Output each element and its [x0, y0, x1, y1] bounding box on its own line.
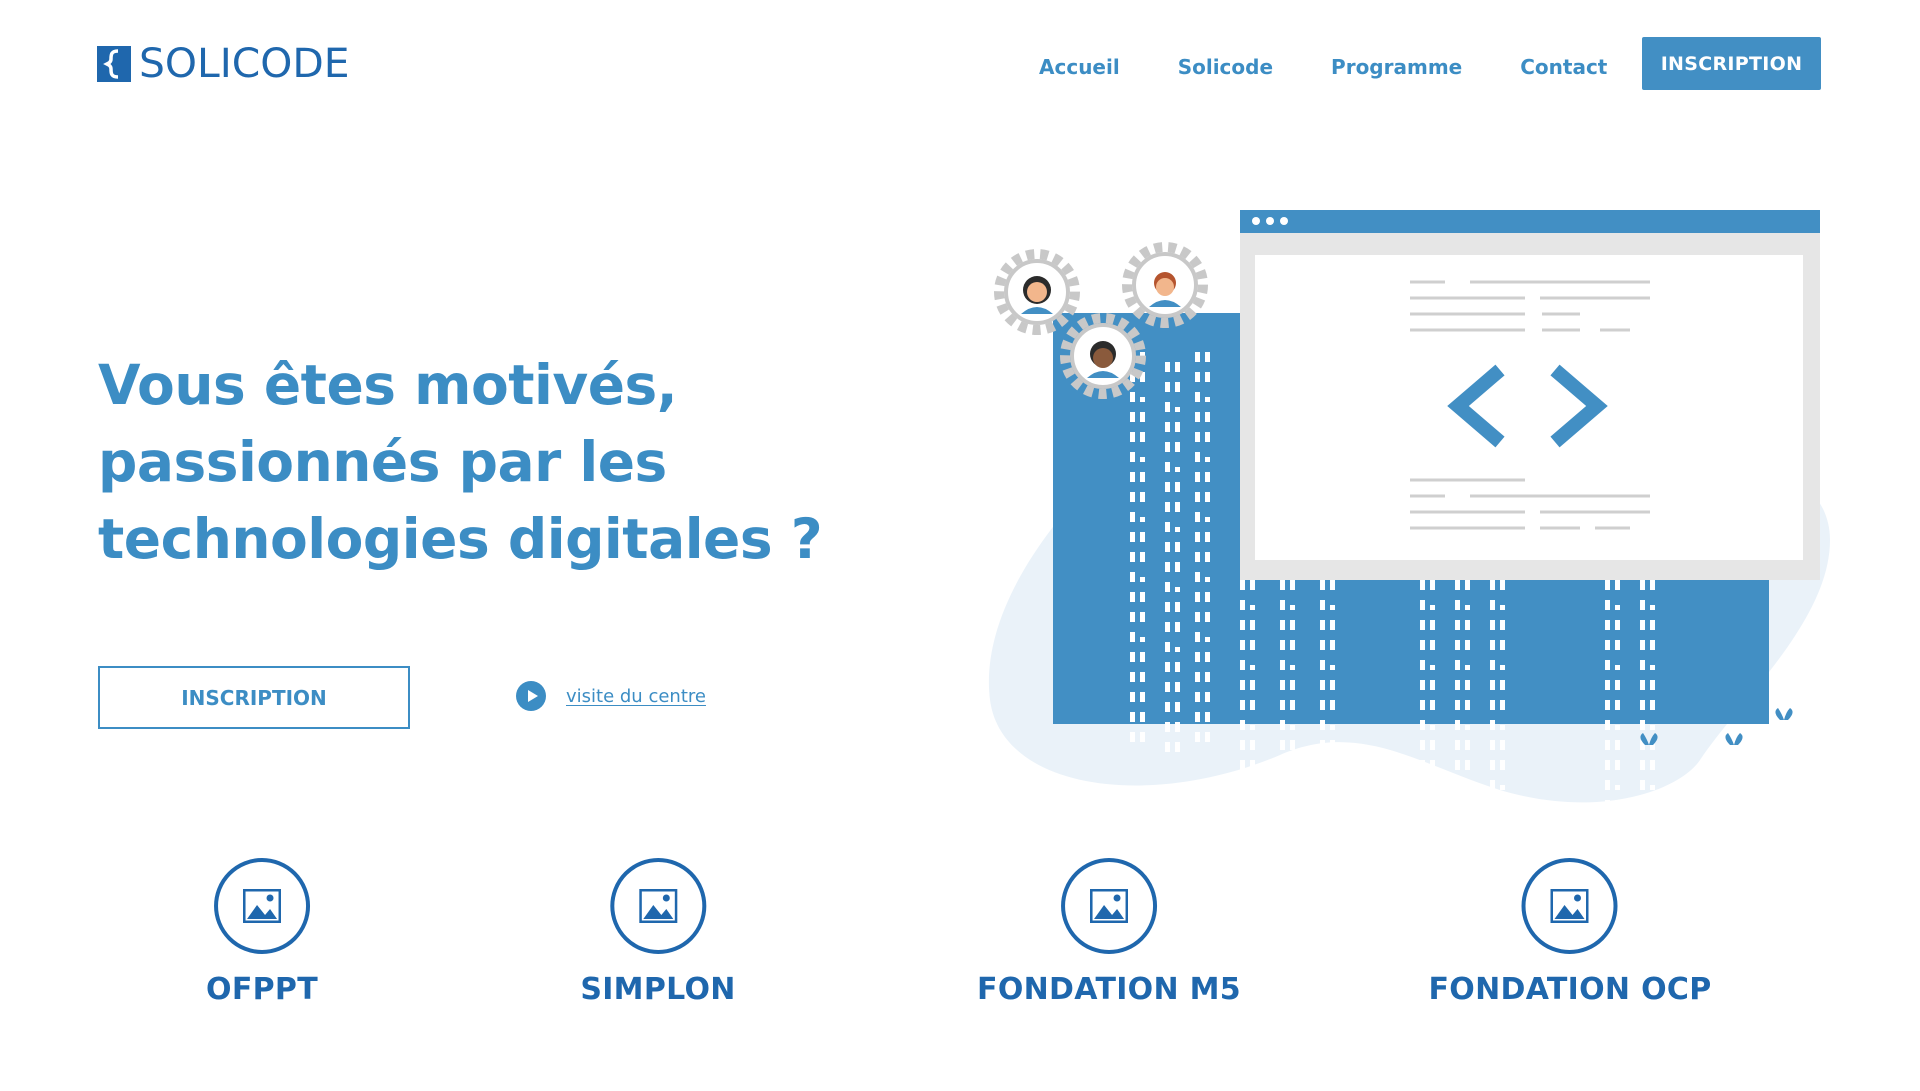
- nav-link-solicode[interactable]: Solicode: [1178, 54, 1273, 80]
- visit-center-label[interactable]: visite du centre: [566, 686, 706, 707]
- partner-name: FONDATION M5: [977, 972, 1241, 1007]
- nav-link-programme[interactable]: Programme: [1331, 54, 1462, 80]
- header-inscription-button[interactable]: INSCRIPTION: [1642, 37, 1821, 90]
- hero-title-line-3: technologies digitales ?: [98, 507, 823, 571]
- hero-illustration: [980, 200, 1850, 890]
- partner-name: SIMPLON: [580, 972, 736, 1007]
- nav-link-contact[interactable]: Contact: [1520, 54, 1607, 80]
- image-icon: [610, 858, 706, 954]
- partner-fondation-m5: FONDATION M5: [977, 858, 1241, 1007]
- main-nav: Accueil Solicode Programme Contact: [1039, 54, 1665, 80]
- nav-link-accueil[interactable]: Accueil: [1039, 54, 1120, 80]
- partner-simplon: SIMPLON: [580, 858, 735, 1007]
- hero-title-line-2: passionnés par les: [98, 430, 667, 494]
- logo[interactable]: SOLICODE: [97, 44, 350, 84]
- code-matrix: [980, 200, 995, 590]
- hero-title: Vous êtes motivés, passionnés par les te…: [98, 347, 918, 578]
- image-icon: [1521, 858, 1618, 954]
- partner-fondation-ocp: FONDATION OCP: [1429, 858, 1712, 1007]
- image-icon: [1061, 858, 1157, 954]
- partner-ofppt: OFPPT: [206, 858, 318, 1007]
- hero-title-line-1: Vous êtes motivés,: [98, 353, 678, 417]
- visit-center-link[interactable]: visite du centre: [516, 681, 706, 711]
- browser-window: [1240, 210, 1820, 580]
- hero-inscription-button[interactable]: INSCRIPTION: [98, 666, 410, 729]
- logo-mark-icon: [97, 46, 131, 82]
- partner-name: OFPPT: [206, 972, 318, 1007]
- image-icon: [214, 858, 310, 954]
- play-icon[interactable]: [516, 681, 546, 711]
- logo-text: SOLICODE: [139, 41, 350, 87]
- partner-name: FONDATION OCP: [1428, 972, 1712, 1007]
